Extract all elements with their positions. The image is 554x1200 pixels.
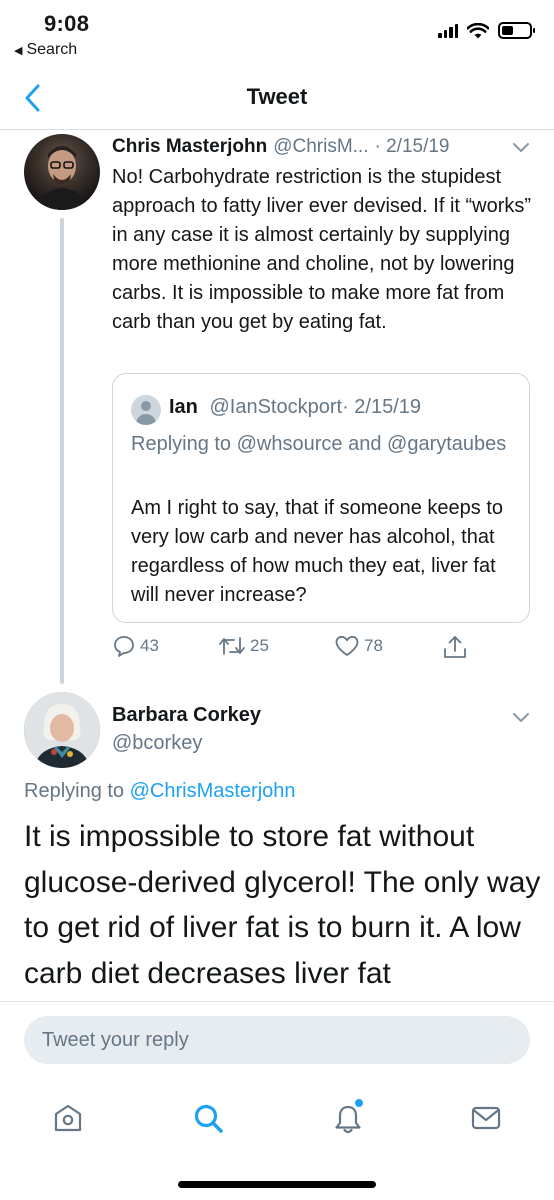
quoted-tweet-text: Am I right to say, that if someone keeps… (131, 497, 504, 606)
search-icon (194, 1104, 223, 1133)
quoted-author-name: Ian (169, 396, 198, 418)
home-icon (54, 1104, 82, 1132)
reply-prefix: Replying to (24, 780, 125, 802)
tab-home[interactable] (48, 1098, 88, 1138)
retweet-button[interactable]: 25 (218, 634, 269, 658)
quoted-tweet-header: Ian @IanStockport· 2/15/19 (169, 396, 421, 419)
chevron-down-icon[interactable] (512, 142, 530, 154)
tweet-actions: 43 25 78 (112, 634, 532, 664)
wifi-icon (467, 22, 489, 38)
reply-button[interactable]: 43 (112, 634, 159, 658)
quoted-author-avatar-icon (131, 395, 161, 425)
quoted-tweet-date: · 2/15/19 (342, 396, 422, 418)
reply-input[interactable]: Tweet your reply (24, 1016, 530, 1064)
compose-divider (0, 1001, 554, 1002)
tab-notifications[interactable] (328, 1098, 368, 1138)
status-time: 9:08 (44, 11, 90, 36)
cellular-signal-icon (438, 23, 458, 38)
quoted-reply-and: and (348, 433, 382, 455)
back-triangle-icon: ◀ (14, 44, 23, 57)
heart-icon (335, 635, 359, 656)
quoted-replying-to: Replying to @whsource and @garytaubes (131, 429, 511, 459)
quoted-author-handle: @IanStockport (209, 396, 343, 418)
reply-author-handle[interactable]: @bcorkey (112, 732, 202, 755)
tweet-text: No! Carbohydrate restriction is the stup… (112, 166, 532, 333)
status-icons (438, 22, 535, 39)
reply-author-name[interactable]: Barbara Corkey (112, 704, 261, 727)
like-count: 78 (364, 636, 383, 655)
like-button[interactable]: 78 (334, 634, 383, 658)
back-to-search-label: Search (26, 41, 78, 58)
messages-icon (471, 1106, 501, 1130)
tab-bar (0, 1090, 554, 1150)
reply-icon (114, 636, 134, 657)
back-to-search-link[interactable]: ◀ Search (14, 41, 77, 59)
retweet-count: 25 (250, 636, 269, 655)
tab-messages[interactable] (466, 1098, 506, 1138)
home-indicator[interactable] (178, 1181, 376, 1188)
status-bar: 9:08 ◀ Search (0, 0, 554, 66)
author-handle[interactable]: @ChrisM... (273, 136, 368, 158)
reply-author-avatar[interactable] (24, 692, 100, 768)
tab-search[interactable] (188, 1098, 228, 1138)
nav-bar: Tweet (0, 66, 554, 130)
notifications-icon (335, 1099, 363, 1134)
author-avatar[interactable] (24, 134, 100, 210)
avatar-portrait (36, 146, 88, 210)
reply-tweet-text: It is impossible to store fat without gl… (24, 820, 541, 990)
reply-count: 43 (140, 636, 159, 655)
reply-chevron-down-icon[interactable] (512, 712, 530, 724)
battery-icon (498, 22, 535, 39)
retweet-icon (219, 637, 245, 655)
quoted-mention-garytaubes: @garytaubes (387, 433, 507, 455)
quoted-mention-whsource: @whsource (236, 433, 343, 455)
tweet-date: · 2/15/19 (374, 136, 450, 157)
quoted-reply-prefix: Replying to (131, 433, 232, 455)
author-name[interactable]: Chris Masterjohn (112, 136, 267, 158)
tweet-header: Chris Masterjohn @ChrisM... · 2/15/19 (112, 136, 532, 158)
reply-avatar-portrait (24, 692, 100, 768)
reply-input-placeholder: Tweet your reply (42, 1028, 189, 1051)
share-button[interactable] (442, 634, 468, 660)
thread-line (60, 218, 64, 684)
mention-chrismasterjohn[interactable]: @ChrisMasterjohn (130, 780, 296, 802)
page-title: Tweet (246, 84, 308, 109)
replying-to: Replying to @ChrisMasterjohn (24, 780, 296, 803)
share-icon (444, 636, 466, 658)
quoted-tweet[interactable]: Ian @IanStockport· 2/15/19 Replying to @… (112, 373, 530, 623)
